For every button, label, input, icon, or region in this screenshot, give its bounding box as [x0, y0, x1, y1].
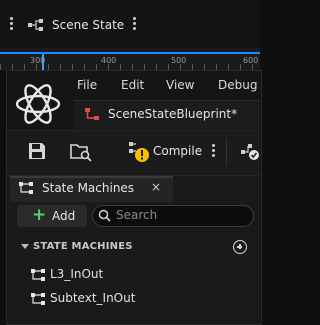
search-input[interactable] [116, 206, 246, 224]
browse-folder-icon[interactable] [70, 142, 92, 162]
state-machine-icon [19, 182, 33, 194]
document-tab-label: SceneStateBlueprint* [108, 107, 238, 121]
list-item-state-machine[interactable]: Subtext_InOut [16, 288, 256, 310]
add-button-label: Add [52, 209, 76, 223]
state-machine-icon [31, 269, 45, 281]
chevron-down-icon[interactable] [21, 244, 29, 249]
list-item-label: Subtext_InOut [50, 291, 136, 305]
timeline-accent [0, 52, 260, 54]
list-item-label: L3_InOut [50, 267, 104, 281]
unreal-logo-icon [15, 84, 61, 124]
state-node-icon [28, 19, 43, 31]
tab-state-machines-label: State Machines [42, 181, 135, 195]
add-state-machine-icon[interactable] [233, 240, 247, 254]
compile-options-icon[interactable] [212, 144, 216, 160]
compile-icon[interactable] [128, 141, 150, 163]
playhead-marker[interactable] [42, 54, 44, 70]
compile-button[interactable]: Compile [153, 144, 202, 158]
list-item-state-machine[interactable]: L3_InOut [16, 264, 256, 286]
menu-view[interactable]: View [166, 78, 194, 92]
toolbar-divider [226, 138, 227, 166]
scene-state-title: Scene State [52, 18, 125, 32]
menu-debug[interactable]: Debug [218, 78, 257, 92]
search-icon [98, 209, 111, 222]
menu-edit[interactable]: Edit [121, 78, 144, 92]
close-icon[interactable]: × [151, 180, 161, 194]
timeline-tick: 400 [101, 56, 117, 65]
state-machine-icon [31, 293, 45, 305]
more-options-icon[interactable] [10, 17, 14, 33]
scene-state-blueprint-icon [85, 108, 99, 120]
timeline-tick: 600 [243, 56, 259, 65]
menu-file[interactable]: File [77, 78, 97, 92]
plus-icon: + [32, 205, 47, 225]
save-icon[interactable] [28, 142, 46, 160]
debug-state-icon[interactable] [240, 143, 260, 161]
timeline-tick: 500 [171, 56, 187, 65]
more-options-icon[interactable] [133, 17, 137, 33]
section-state-machines-title[interactable]: STATE MACHINES [33, 241, 133, 252]
